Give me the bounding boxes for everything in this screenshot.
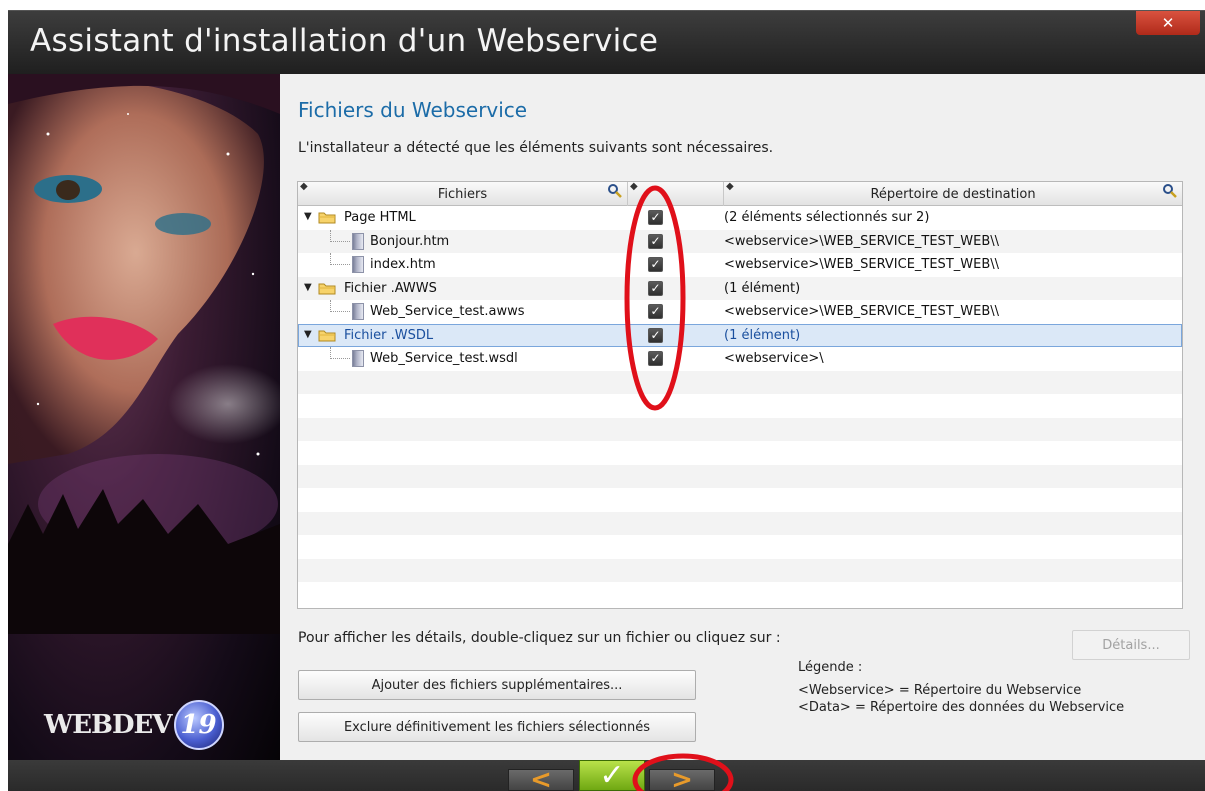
- files-table: ◆ Fichiers ◆ ◆ Répertoire de destination: [297, 181, 1183, 609]
- tree-file-row[interactable]: Bonjour.htm ✓ <webservice>\WEB_SERVICE_TES…: [298, 229, 1182, 253]
- tree-connector: [330, 347, 350, 359]
- include-checkbox[interactable]: ✓: [648, 280, 663, 296]
- logo-text: WEBDEV: [44, 710, 173, 740]
- page-title: Fichiers du Webservice: [298, 98, 528, 122]
- tree-connector: [330, 253, 350, 265]
- side-banner: WEBDEV 19: [8, 74, 280, 760]
- empty-row: [298, 441, 1182, 465]
- tree-file-row[interactable]: index.htm ✓ <webservice>\WEB_SERVICE_TEST_…: [298, 253, 1182, 277]
- file-name: Web_Service_test.wsdl: [370, 351, 518, 366]
- empty-row: [298, 417, 1182, 441]
- legend: Légende : <Webservice> = Répertoire du W…: [798, 659, 1124, 716]
- column-header-files[interactable]: ◆ Fichiers: [298, 182, 628, 206]
- column-label-files: Fichiers: [437, 186, 488, 202]
- empty-row: [298, 511, 1182, 535]
- chevron-right-icon: >: [671, 765, 693, 791]
- include-checkbox[interactable]: ✓: [648, 351, 663, 366]
- empty-row: [298, 582, 1182, 606]
- expand-toggle-icon[interactable]: ▼: [304, 211, 312, 222]
- table-header: ◆ Fichiers ◆ ◆ Répertoire de destination: [298, 182, 1182, 206]
- table-body: ▼ Page HTML ✓ (2 éléments sélectionnés sur …: [298, 206, 1182, 606]
- folder-icon: [318, 330, 336, 341]
- column-label-destination: Répertoire de destination: [870, 186, 1036, 202]
- file-name: Page HTML: [344, 210, 416, 225]
- tree-group-row[interactable]: ▼ Fichier .AWWS ✓ (1 élément): [298, 276, 1182, 300]
- tree-file-row[interactable]: Web_Service_test.wsdl ✓ <webservice>\: [298, 347, 1182, 371]
- tree-group-row[interactable]: ▼ Fichier .WSDL ✓ (1 élément): [298, 323, 1182, 347]
- banner-artwork: [8, 74, 280, 634]
- next-button[interactable]: >: [649, 765, 715, 791]
- file-icon: [352, 232, 364, 250]
- file-icon: [352, 256, 364, 273]
- column-header-destination[interactable]: ◆ Répertoire de destination: [724, 182, 1182, 206]
- search-icon[interactable]: [1162, 183, 1178, 199]
- empty-row: [298, 488, 1182, 512]
- installer-window: Assistant d'installation d'un Webservice…: [8, 10, 1205, 791]
- file-name: Fichier .WSDL: [344, 327, 434, 343]
- folder-icon: [318, 212, 336, 224]
- add-files-button[interactable]: Ajouter des fichiers supplémentaires...: [298, 670, 696, 700]
- legend-item: <Webservice> = Répertoire du Webservice: [798, 683, 1082, 698]
- previous-button[interactable]: <: [508, 765, 574, 791]
- close-button[interactable]: ✕: [1136, 11, 1200, 35]
- webdev-logo: WEBDEV 19: [44, 700, 224, 750]
- window-title: Assistant d'installation d'un Webservice: [30, 23, 659, 59]
- tree-connector: [330, 300, 350, 312]
- tree-group-row[interactable]: ▼ Page HTML ✓ (2 éléments sélectionnés sur …: [298, 206, 1182, 230]
- destination-path: <webservice>\WEB_SERVICE_TEST_WEB\\: [724, 257, 999, 272]
- search-icon[interactable]: [607, 183, 623, 199]
- destination-path: (1 élément): [724, 280, 801, 296]
- destination-path: <webservice>\WEB_SERVICE_TEST_WEB\\: [724, 304, 999, 319]
- navigation-bar: < ✓ >: [8, 758, 1205, 791]
- column-header-check[interactable]: ◆: [628, 182, 724, 206]
- expand-toggle-icon[interactable]: ▼: [304, 282, 312, 293]
- legend-item: <Data> = Répertoire des données du Webse…: [798, 700, 1125, 715]
- title-bar: Assistant d'installation d'un Webservice…: [8, 10, 1205, 74]
- exclude-files-button[interactable]: Exclure définitivement les fichiers séle…: [298, 712, 696, 742]
- empty-row: [298, 558, 1182, 582]
- destination-path: (2 éléments sélectionnés sur 2): [724, 210, 930, 225]
- include-checkbox[interactable]: ✓: [648, 233, 663, 249]
- destination-path: (1 élément): [724, 327, 801, 343]
- chevron-left-icon: <: [530, 765, 552, 791]
- empty-row: [298, 394, 1182, 418]
- include-checkbox[interactable]: ✓: [648, 257, 663, 272]
- folder-icon: [318, 283, 336, 294]
- include-checkbox[interactable]: ✓: [648, 210, 663, 225]
- empty-row: [298, 370, 1182, 394]
- empty-row: [298, 535, 1182, 559]
- file-icon: [352, 350, 364, 367]
- destination-path: <webservice>\WEB_SERVICE_TEST_WEB\\: [724, 233, 999, 249]
- details-button[interactable]: Détails...: [1072, 630, 1190, 660]
- tree-connector: [330, 229, 350, 242]
- destination-path: <webservice>\: [724, 351, 824, 366]
- include-checkbox[interactable]: ✓: [648, 327, 663, 343]
- empty-row: [298, 464, 1182, 488]
- legend-title: Légende :: [798, 660, 863, 675]
- finish-button[interactable]: ✓: [579, 758, 645, 791]
- file-name: Bonjour.htm: [370, 233, 450, 249]
- file-name: index.htm: [370, 257, 436, 272]
- file-name: Fichier .AWWS: [344, 280, 437, 296]
- sort-icon[interactable]: ◆: [726, 182, 734, 192]
- file-icon: [352, 303, 364, 320]
- logo-version-badge: 19: [173, 700, 224, 750]
- file-name: Web_Service_test.awws: [370, 304, 525, 319]
- sort-icon[interactable]: ◆: [300, 182, 308, 192]
- content-panel: Fichiers du Webservice L'installateur a …: [280, 74, 1205, 760]
- details-hint: Pour afficher les détails, double-clique…: [298, 630, 781, 646]
- checkmark-icon: ✓: [599, 758, 625, 791]
- include-checkbox[interactable]: ✓: [648, 304, 663, 319]
- sort-icon[interactable]: ◆: [630, 182, 638, 192]
- tree-file-row[interactable]: Web_Service_test.awws ✓ <webservice>\WEB_S…: [298, 300, 1182, 324]
- expand-toggle-icon[interactable]: ▼: [304, 329, 312, 340]
- page-subtitle: L'installateur a détecté que les élément…: [298, 140, 774, 156]
